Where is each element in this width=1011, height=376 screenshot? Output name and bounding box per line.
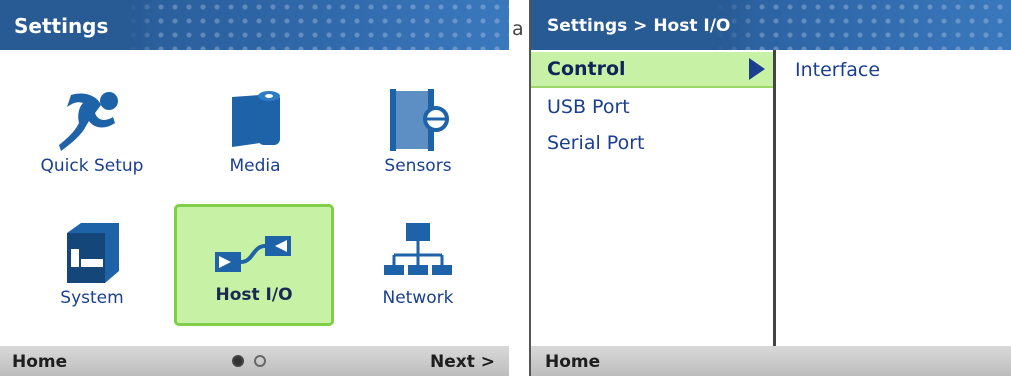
page-title: Settings <box>14 14 109 38</box>
printer-icon <box>12 218 172 286</box>
tile-label: Sensors <box>384 156 452 176</box>
tile-label: Media <box>229 156 281 176</box>
tile-media[interactable]: Media <box>175 72 335 194</box>
title-bar: Settings > Host I/O <box>531 0 1011 50</box>
menu-list: Control USB Port Serial Port <box>531 50 776 346</box>
tile-quick-setup[interactable]: Quick Setup <box>12 72 172 194</box>
menu-item-usb-port[interactable]: USB Port <box>531 90 773 124</box>
page-indicator <box>232 355 266 367</box>
footer-bar: Home <box>531 346 1011 376</box>
menu-item-label: Serial Port <box>547 132 645 154</box>
menu-item-label: Control <box>547 58 626 80</box>
footer-bar: Home Next > <box>0 346 509 376</box>
settings-screen: Settings Quick Setup Media Sensors Syste… <box>0 0 509 376</box>
page-dot-active <box>232 355 244 367</box>
tile-label: Network <box>382 288 454 308</box>
page-dot-inactive <box>254 355 266 367</box>
submenu-item-interface[interactable]: Interface <box>779 52 1011 86</box>
runner-icon <box>12 86 172 154</box>
page-title: Settings > Host I/O <box>547 16 731 36</box>
panel-label: a <box>512 18 524 40</box>
submenu-list: Interface <box>779 50 1011 346</box>
tile-network[interactable]: Network <box>338 204 498 326</box>
home-button[interactable]: Home <box>12 352 67 372</box>
title-bar: Settings <box>0 0 509 50</box>
menu-item-label: USB Port <box>547 96 630 118</box>
arrow-right-icon <box>749 58 765 80</box>
tile-label: System <box>60 288 124 308</box>
network-icon <box>338 218 498 286</box>
tile-sensors[interactable]: Sensors <box>338 72 498 194</box>
sensor-icon <box>338 86 498 154</box>
cable-connector-icon <box>177 221 331 289</box>
next-button[interactable]: Next > <box>430 352 495 372</box>
media-roll-icon <box>175 86 335 154</box>
host-io-screen: Settings > Host I/O Control USB Port Ser… <box>529 0 1011 376</box>
home-button[interactable]: Home <box>545 352 600 372</box>
menu-item-control[interactable]: Control <box>531 52 773 88</box>
menu-item-serial-port[interactable]: Serial Port <box>531 126 773 160</box>
tile-system[interactable]: System <box>12 204 172 326</box>
tile-host-io[interactable]: Host I/O <box>174 204 334 326</box>
tile-label: Quick Setup <box>40 156 144 176</box>
tile-label: Host I/O <box>215 285 293 305</box>
